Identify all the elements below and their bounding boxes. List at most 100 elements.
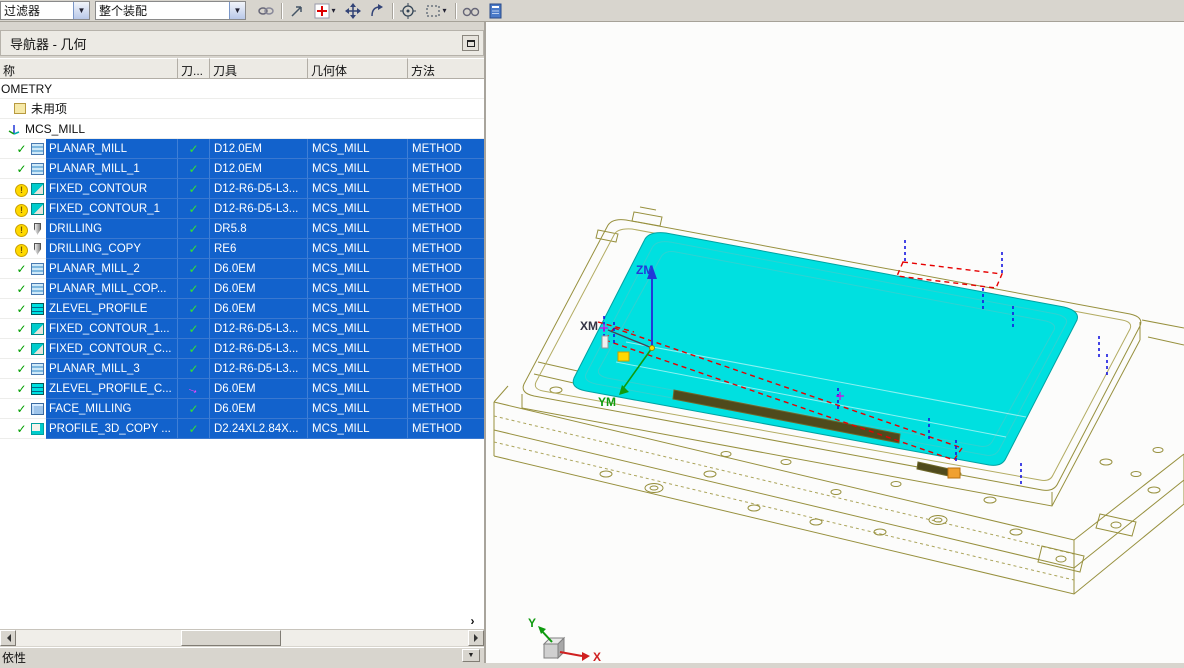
selection-rectangle-button[interactable]: ▾ <box>420 1 452 21</box>
operation-name: PROFILE_3D_COPY ... <box>46 419 178 439</box>
graphics-viewport[interactable]: ZM YM XM X Y <box>486 22 1184 664</box>
operation-row[interactable]: PROFILE_3D_COPY ... D2.24XL2.84X... MCS_… <box>0 419 484 439</box>
viewport-canvas[interactable]: ZM YM XM X Y <box>486 22 1184 664</box>
move-icon <box>345 2 361 19</box>
float-window-button[interactable] <box>462 35 479 51</box>
toolpath-status-icon <box>188 362 198 376</box>
operation-row[interactable]: PLANAR_MILL_COP... D6.0EM MCS_MILL METHO… <box>0 279 484 299</box>
navigator-title-bar[interactable]: 导航器 - 几何 <box>0 30 484 56</box>
operation-row[interactable]: FIXED_CONTOUR_1... D12-R6-D5-L3... MCS_M… <box>0 319 484 339</box>
operation-name: FIXED_CONTOUR_1 <box>46 199 178 219</box>
restore-icon <box>466 39 475 47</box>
operation-tool: D12-R6-D5-L3... <box>210 339 308 359</box>
tree-row-geometry-root[interactable]: OMETRY <box>0 79 484 99</box>
filter-combo-value: 过滤器 <box>4 4 41 18</box>
scroll-right-button[interactable] <box>468 630 484 646</box>
operation-type-icon <box>31 382 44 395</box>
operation-method: METHOD <box>408 139 484 159</box>
operation-tool: DR5.8 <box>210 219 308 239</box>
main-toolbar: 过滤器 ▼ 整个装配 ▼ ▾ ▾ <box>0 0 1184 22</box>
link-button[interactable] <box>254 1 278 21</box>
horizontal-scrollbar[interactable] <box>0 629 484 646</box>
triangle-right-icon <box>473 634 482 642</box>
toolpath-cell <box>178 139 210 159</box>
toolpath-cell <box>178 239 210 259</box>
tree-row-unused-items[interactable]: 未用项 <box>0 99 484 119</box>
snap-point-button[interactable] <box>285 1 309 21</box>
transform-button[interactable] <box>365 1 389 21</box>
operation-row[interactable]: PLANAR_MILL D12.0EM MCS_MILL METHOD <box>0 139 484 159</box>
toolpath-status-icon <box>188 302 198 316</box>
operation-row[interactable]: ZLEVEL_PROFILE D6.0EM MCS_MILL METHOD <box>0 299 484 319</box>
operation-row[interactable]: FIXED_CONTOUR_1 D12-R6-D5-L3... MCS_MILL… <box>0 199 484 219</box>
glasses-icon <box>462 7 480 16</box>
scope-combo[interactable]: 整个装配 ▼ <box>95 1 246 20</box>
column-header-toolpath[interactable]: 刀... <box>178 58 210 79</box>
status-icon <box>15 420 28 438</box>
triangle-left-icon <box>3 634 11 642</box>
operation-row[interactable]: FIXED_CONTOUR D12-R6-D5-L3... MCS_MILL M… <box>0 179 484 199</box>
status-icon <box>15 380 28 398</box>
operation-geometry: MCS_MILL <box>308 159 408 179</box>
status-icon <box>15 360 28 378</box>
list-scroll-right-button[interactable]: › <box>464 613 481 628</box>
operation-method: METHOD <box>408 199 484 219</box>
operation-geometry: MCS_MILL <box>308 259 408 279</box>
tree-row-mcs-mill[interactable]: MCS_MILL <box>0 119 484 139</box>
operation-name: FIXED_CONTOUR_1... <box>46 319 178 339</box>
operation-type-icon <box>31 162 44 175</box>
operation-row[interactable]: ZLEVEL_PROFILE_C... D6.0EM MCS_MILL METH… <box>0 379 484 399</box>
toolpath-status-icon <box>188 342 198 356</box>
column-header-geometry[interactable]: 几何体 <box>308 58 408 79</box>
unused-items-label: 未用项 <box>31 102 68 116</box>
operation-icon-zone <box>0 339 46 359</box>
expand-panel-button[interactable]: ▼ <box>462 649 480 662</box>
operation-row[interactable]: DRILLING_COPY RE6 MCS_MILL METHOD <box>0 239 484 259</box>
chevron-down-icon[interactable]: ▼ <box>73 2 89 19</box>
navigator-title: 导航器 - 几何 <box>10 36 87 52</box>
status-icon <box>15 220 28 238</box>
operation-row[interactable]: PLANAR_MILL_1 D12.0EM MCS_MILL METHOD <box>0 159 484 179</box>
operation-method: METHOD <box>408 399 484 419</box>
operation-tool: D12-R6-D5-L3... <box>210 319 308 339</box>
operation-row[interactable]: DRILLING DR5.8 MCS_MILL METHOD <box>0 219 484 239</box>
column-header-tool[interactable]: 刀具 <box>210 58 308 79</box>
create-geometry-button[interactable]: ▾ <box>309 1 341 21</box>
point-dialog-button[interactable] <box>396 1 420 21</box>
operation-row[interactable]: FIXED_CONTOUR_C... D12-R6-D5-L3... MCS_M… <box>0 339 484 359</box>
toolpath-cell <box>178 319 210 339</box>
operation-type-icon <box>34 242 41 255</box>
scroll-left-button[interactable] <box>0 630 16 646</box>
operation-icon-zone <box>0 399 46 419</box>
column-header-name[interactable]: 称 <box>0 58 178 79</box>
move-object-button[interactable] <box>341 1 365 21</box>
operation-icon-zone <box>0 139 46 159</box>
x-axis-label: X <box>593 650 601 663</box>
operation-method: METHOD <box>408 299 484 319</box>
notebook-button[interactable] <box>483 1 507 21</box>
operation-geometry: MCS_MILL <box>308 239 408 259</box>
chevron-down-icon[interactable]: ▼ <box>229 2 245 19</box>
operation-icon-zone <box>0 319 46 339</box>
operation-row[interactable]: PLANAR_MILL_3 D12-R6-D5-L3... MCS_MILL M… <box>0 359 484 379</box>
toolpath-status-icon <box>188 282 198 296</box>
operation-tool: D2.24XL2.84X... <box>210 419 308 439</box>
chevron-down-icon[interactable]: ▾ <box>331 6 335 15</box>
show-hide-button[interactable] <box>459 1 483 21</box>
operation-type-icon <box>31 262 44 275</box>
filter-combo[interactable]: 过滤器 ▼ <box>0 1 90 20</box>
operation-row[interactable]: PLANAR_MILL_2 D6.0EM MCS_MILL METHOD <box>0 259 484 279</box>
operation-method: METHOD <box>408 379 484 399</box>
operation-icon-zone <box>0 239 46 259</box>
zm-axis-label: ZM <box>636 263 653 277</box>
chevron-down-icon[interactable]: ▾ <box>442 6 446 15</box>
column-header-method[interactable]: 方法 <box>408 58 484 79</box>
operation-name: PLANAR_MILL_3 <box>46 359 178 379</box>
operation-row[interactable]: FACE_MILLING D6.0EM MCS_MILL METHOD <box>0 399 484 419</box>
operation-geometry: MCS_MILL <box>308 279 408 299</box>
scrollbar-thumb[interactable] <box>181 630 281 646</box>
operation-icon-zone <box>0 179 46 199</box>
operation-name: PLANAR_MILL <box>46 139 178 159</box>
operation-type-icon <box>31 362 44 375</box>
toolbar-separator <box>455 2 456 19</box>
